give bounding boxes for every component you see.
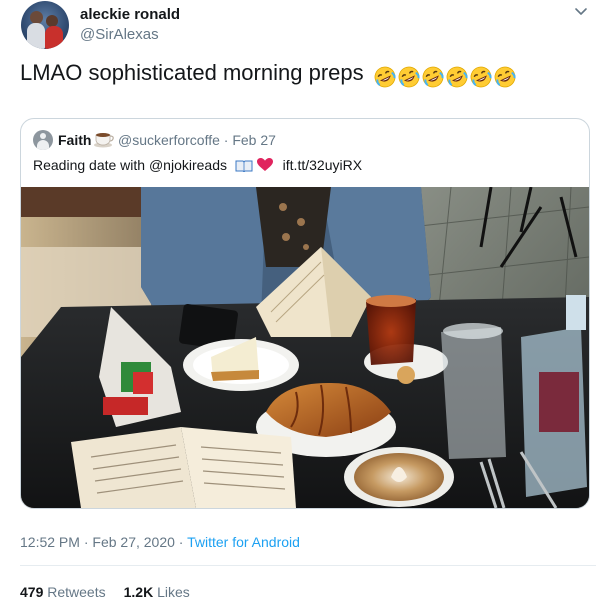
quoted-date[interactable]: Feb 27	[232, 132, 276, 148]
quoted-author-name[interactable]: Faith	[58, 132, 91, 148]
quoted-author-handle[interactable]: @suckerforcoffe	[118, 132, 220, 148]
coffee-icon	[94, 133, 114, 148]
rolling-on-floor-laughing-icon	[446, 66, 468, 88]
likes-count: 1.2K	[123, 584, 154, 600]
tweet-date[interactable]: Feb 27, 2020	[92, 534, 175, 550]
quoted-tweet[interactable]: Faith @suckerforcoffe · Feb 27 Reading d…	[20, 118, 590, 509]
meta-separator: ·	[178, 534, 184, 550]
retweets-stat[interactable]: 479 Retweets	[20, 584, 106, 600]
author-avatar[interactable]	[21, 1, 69, 49]
author-handle[interactable]: @SirAlexas	[80, 26, 159, 43]
tweet-text: LMAO sophisticated morning preps	[20, 60, 518, 89]
quoted-avatar[interactable]	[33, 130, 53, 150]
tweet-body: LMAO sophisticated morning preps	[20, 60, 364, 85]
rolling-on-floor-laughing-icon	[374, 66, 396, 88]
likes-stat[interactable]: 1.2K Likes	[124, 584, 190, 600]
quoted-separator: ·	[223, 132, 229, 148]
quoted-meta: @suckerforcoffe · Feb 27	[118, 132, 276, 148]
quoted-text-prefix: Reading date with @njokireads	[33, 157, 227, 173]
rolling-on-floor-laughing-icon	[470, 66, 492, 88]
laughing-emoji-group	[374, 63, 518, 89]
likes-label: Likes	[157, 584, 190, 600]
rolling-on-floor-laughing-icon	[494, 66, 516, 88]
tweet-source[interactable]: Twitter for Android	[187, 534, 300, 550]
tweet-meta: 12:52 PM · Feb 27, 2020 · Twitter for An…	[20, 534, 300, 550]
rolling-on-floor-laughing-icon	[422, 66, 444, 88]
retweets-count: 479	[20, 584, 44, 600]
open-book-icon	[235, 160, 253, 172]
tweet-time[interactable]: 12:52 PM	[20, 534, 80, 550]
meta-separator: ·	[83, 534, 89, 550]
quoted-link[interactable]: ift.tt/32uyiRX	[283, 157, 362, 173]
tweet: aleckie ronald @SirAlexas LMAO sophistic…	[0, 0, 616, 612]
tweet-stats: 479 Retweets 1.2K Likes	[20, 584, 190, 600]
rolling-on-floor-laughing-icon	[398, 66, 420, 88]
divider	[20, 565, 596, 566]
red-heart-icon	[256, 158, 273, 171]
quoted-text: Reading date with @njokireads ift.tt/32u…	[33, 157, 362, 173]
author-name[interactable]: aleckie ronald	[80, 6, 180, 23]
quoted-photo[interactable]	[21, 187, 589, 508]
retweets-label: Retweets	[47, 584, 106, 600]
chevron-down-icon[interactable]	[574, 4, 588, 18]
